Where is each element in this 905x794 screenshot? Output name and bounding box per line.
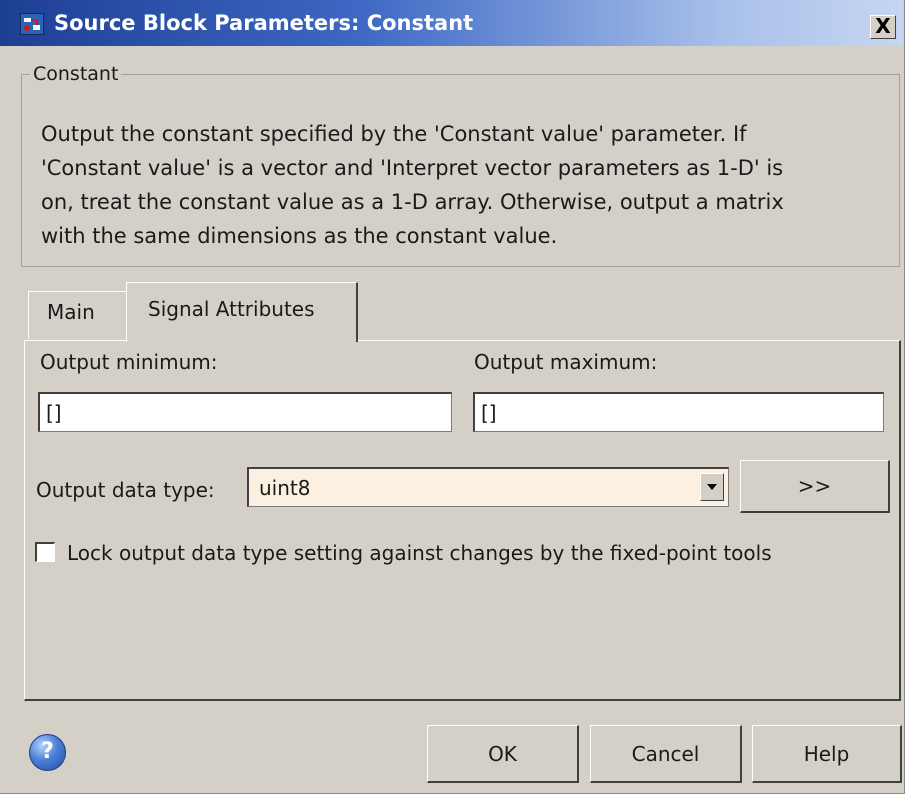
close-button[interactable]: X bbox=[870, 15, 896, 39]
output-minimum-input[interactable] bbox=[38, 392, 452, 432]
ok-button[interactable]: OK bbox=[427, 725, 579, 783]
ok-button-label: OK bbox=[488, 741, 517, 766]
dropdown-arrow-icon[interactable] bbox=[700, 473, 724, 501]
groupbox-legend: Constant bbox=[30, 63, 122, 85]
help-circle-icon[interactable]: ? bbox=[29, 734, 66, 771]
tab-signal-attributes[interactable]: Signal Attributes bbox=[126, 282, 358, 342]
lock-data-type-label: Lock output data type setting against ch… bbox=[67, 541, 772, 565]
output-data-type-value: uint8 bbox=[259, 476, 311, 500]
window-title: Source Block Parameters: Constant bbox=[54, 11, 474, 35]
close-icon: X bbox=[875, 14, 891, 38]
cancel-button[interactable]: Cancel bbox=[590, 725, 742, 783]
dialog-window: Source Block Parameters: Constant X Cons… bbox=[0, 0, 905, 794]
help-icon-glyph: ? bbox=[41, 739, 54, 764]
title-bar[interactable]: Source Block Parameters: Constant X bbox=[0, 0, 903, 46]
tab-signal-attributes-label: Signal Attributes bbox=[148, 297, 315, 321]
tab-main[interactable]: Main bbox=[28, 291, 127, 339]
output-minimum-label: Output minimum: bbox=[40, 350, 218, 374]
output-maximum-label: Output maximum: bbox=[474, 350, 658, 374]
block-description: Output the constant specified by the 'Co… bbox=[41, 122, 784, 248]
help-button-label: Help bbox=[803, 741, 850, 766]
data-type-assistant-label: >> bbox=[797, 474, 832, 498]
simulink-block-icon bbox=[20, 13, 44, 35]
data-type-assistant-button[interactable]: >> bbox=[740, 460, 890, 513]
output-data-type-label: Output data type: bbox=[36, 478, 215, 502]
tab-main-label: Main bbox=[47, 300, 95, 324]
output-maximum-input[interactable] bbox=[473, 392, 884, 432]
help-button[interactable]: Help bbox=[752, 725, 902, 783]
output-data-type-select[interactable]: uint8 bbox=[247, 467, 729, 507]
lock-data-type-checkbox[interactable] bbox=[35, 542, 55, 562]
cancel-button-label: Cancel bbox=[631, 741, 700, 766]
